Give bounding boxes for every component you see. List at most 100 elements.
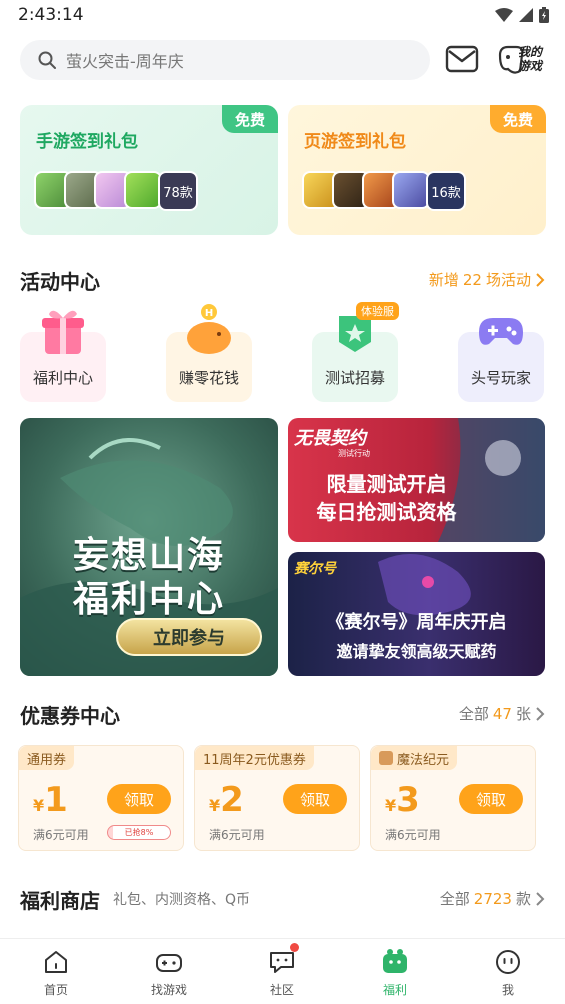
gift-card-title: 手游签到礼包	[36, 132, 138, 152]
bottom-tab-bar: 首页 找游戏 社区 福利 我	[0, 938, 565, 1004]
store-all-unit: 款	[515, 890, 531, 908]
tab-community[interactable]: 社区	[242, 939, 322, 1004]
my-games-button[interactable]: 我的 游戏	[496, 41, 548, 79]
status-time: 2:43:14	[18, 5, 84, 25]
activity-sub-prefix: 新增	[428, 271, 459, 289]
game-thumbnail	[392, 171, 430, 209]
gamepad-icon	[479, 318, 523, 345]
activity-center-title: 活动中心	[20, 270, 100, 294]
coupon-value: 2	[220, 780, 244, 820]
free-badge: 免费	[222, 105, 278, 133]
tab-find-games[interactable]: 找游戏	[129, 939, 209, 1004]
tab-welfare[interactable]: 福利	[355, 939, 435, 1004]
coupon-value: 1	[44, 780, 68, 820]
coupon-all-count: 47	[492, 704, 512, 723]
chevron-right-icon	[536, 706, 545, 721]
banner-logo: 无畏契约	[294, 428, 366, 449]
search-icon	[38, 51, 56, 69]
wifi-icon	[495, 8, 513, 22]
piggy-bank-icon: H	[187, 304, 231, 354]
game-thumbnails: 78款	[34, 171, 234, 211]
activity-row: 福利中心 H 赚零花钱 测试招募 头号玩家	[0, 302, 565, 406]
tab-label: 我	[501, 983, 514, 997]
activity-center-more[interactable]: 新增 22 场活动	[429, 269, 545, 290]
coupon-condition: 满6元可用	[33, 828, 89, 842]
coupon-amount: ¥1	[33, 780, 68, 820]
game-mini-icon	[379, 751, 393, 765]
coupon-currency: ¥	[33, 796, 45, 815]
profile-icon	[496, 950, 520, 974]
mail-icon	[445, 45, 479, 73]
store-all-count: 2723	[473, 889, 512, 908]
coupon-condition: 满6元可用	[209, 828, 265, 842]
mobile-gift-card[interactable]: 手游签到礼包 免费 78款	[20, 105, 278, 235]
activity-label: 赚零花钱	[178, 369, 239, 387]
tab-me[interactable]: 我	[468, 939, 548, 1004]
welfare-store-subtitle: 礼包、内测资格、Q币	[113, 892, 251, 908]
battery-icon	[539, 7, 549, 23]
activity-label: 头号玩家	[470, 369, 531, 387]
my-games-label-1: 我的	[518, 45, 543, 59]
activity-sub-count: 22	[462, 270, 482, 289]
activity-earn-money[interactable]: H 赚零花钱	[166, 304, 252, 402]
coupon-center-all[interactable]: 全部 47 张	[459, 703, 545, 724]
game-thumbnails: 16款	[302, 171, 502, 211]
my-games-label-2: 游戏	[518, 59, 543, 73]
game-count: 78款	[158, 171, 198, 211]
coupon-tag: 通用券	[19, 746, 75, 770]
header: 萤火突击-周年庆 我的 游戏	[0, 38, 565, 82]
welfare-store-title: 福利商店	[20, 889, 100, 913]
signal-icon	[519, 8, 533, 22]
banner-seer-anniversary[interactable]: 赛尔号 《赛尔号》周年庆开启 邀请挚友领高级天赋药	[288, 552, 545, 676]
coupon-tag: 魔法纪元	[371, 746, 458, 770]
coupon-value: 3	[396, 780, 420, 820]
banner-line2: 每日抢测试资格	[316, 500, 457, 524]
activity-label: 测试招募	[324, 369, 385, 387]
coupon-tag: 11周年2元优惠券	[195, 746, 314, 770]
welfare-store-all[interactable]: 全部 2723 款	[440, 888, 545, 909]
join-now-button[interactable]: 立即参与	[116, 618, 262, 656]
coupon-amount: ¥3	[385, 780, 420, 820]
activity-trial-recruit[interactable]: 测试招募	[312, 316, 398, 402]
activity-label: 福利中心	[32, 369, 93, 387]
coupon-card: 魔法纪元 ¥3 领取 满6元可用	[370, 745, 536, 851]
status-bar: 2:43:14	[0, 0, 565, 32]
tab-label: 首页	[43, 983, 68, 997]
claim-coupon-button[interactable]: 领取	[283, 784, 347, 814]
trial-server-tag: 体验服	[356, 302, 399, 320]
banner-valorant-test[interactable]: 无畏契约 测试行动 限量测试开启 每日抢测试资格	[288, 418, 545, 542]
web-gift-card[interactable]: 页游签到礼包 免费 16款	[288, 105, 546, 235]
claim-coupon-button[interactable]: 领取	[107, 784, 171, 814]
banner-title-line2: 福利中心	[72, 579, 225, 620]
coupon-condition: 满6元可用	[385, 828, 441, 842]
coupon-all-unit: 张	[515, 705, 531, 723]
banner-logo: 赛尔号	[294, 561, 336, 577]
gamepad-icon	[156, 954, 182, 972]
gift-box-icon	[42, 310, 84, 354]
gift-card-title: 页游签到礼包	[304, 132, 406, 152]
game-thumbnail	[124, 171, 162, 209]
game-count: 16款	[426, 171, 466, 211]
banner-line1: 限量测试开启	[326, 472, 447, 496]
banner-line1: 《赛尔号》周年庆开启	[326, 612, 507, 633]
claimed-progress: 已抢8%	[107, 825, 171, 840]
coupon-currency: ¥	[385, 796, 397, 815]
coupon-amount: ¥2	[209, 780, 244, 820]
coupon-card: 通用券 ¥1 领取 满6元可用 已抢8%	[18, 745, 184, 851]
coupon-center-title: 优惠券中心	[20, 704, 120, 728]
message-button[interactable]	[444, 42, 480, 76]
activity-top-player[interactable]: 头号玩家	[458, 318, 544, 402]
coupon-currency: ¥	[209, 796, 221, 815]
notification-dot	[290, 943, 299, 952]
tab-label: 福利	[382, 983, 407, 997]
activity-sub-suffix: 场活动	[485, 271, 531, 289]
store-all-label: 全部	[439, 890, 470, 908]
coupon-tag-text: 魔法纪元	[397, 752, 450, 768]
coupon-all-label: 全部	[458, 705, 489, 723]
banner-shanhai-welfare[interactable]: 妄想山海 福利中心 立即参与	[20, 418, 278, 676]
tab-label: 找游戏	[150, 983, 187, 997]
claim-coupon-button[interactable]: 领取	[459, 784, 523, 814]
search-input[interactable]: 萤火突击-周年庆	[20, 40, 430, 80]
tab-home[interactable]: 首页	[16, 939, 96, 1004]
activity-welfare-center[interactable]: 福利中心	[20, 310, 106, 402]
